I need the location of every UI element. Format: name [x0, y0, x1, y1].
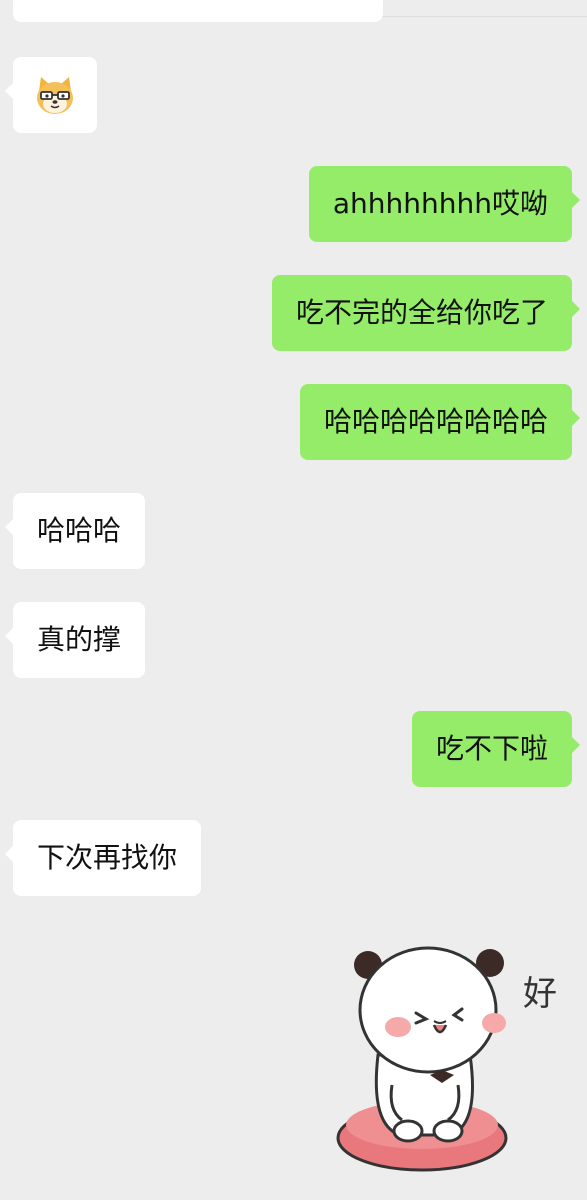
message-bubble-incoming[interactable]: 真的撑	[4, 602, 146, 678]
doge-face-icon	[37, 77, 73, 114]
message-text: 哈哈哈哈哈哈哈哈	[323, 405, 548, 438]
message-bubble-incoming-emoji[interactable]	[5, 57, 97, 133]
message-bubble-incoming[interactable]: 下次再找你	[4, 820, 202, 896]
message-text: 真的撑	[37, 623, 122, 656]
message-bubble-outgoing[interactable]: 吃不完的全给你吃了	[271, 275, 581, 351]
message-bubble-outgoing[interactable]: 吃不下啦	[411, 711, 581, 787]
message-sticker-outgoing[interactable]: 好	[330, 935, 575, 1184]
message-text: ahhhhhhhh哎呦	[332, 187, 548, 220]
panda-sticker-icon: 好	[336, 946, 557, 1172]
message-text: 吃不完的全给你吃了	[295, 296, 548, 329]
message-text: 吃不下啦	[435, 732, 548, 765]
previous-message-bubble[interactable]	[13, 0, 383, 22]
message-bubble-outgoing[interactable]: ahhhhhhhh哎呦	[308, 166, 581, 242]
message-text: 下次再找你	[37, 841, 178, 874]
message-bubble-outgoing[interactable]: 哈哈哈哈哈哈哈哈	[299, 384, 581, 460]
message-text: 哈哈哈	[37, 514, 122, 547]
sticker-text: 好	[523, 974, 557, 1014]
message-bubble-incoming[interactable]: 哈哈哈	[4, 493, 146, 569]
